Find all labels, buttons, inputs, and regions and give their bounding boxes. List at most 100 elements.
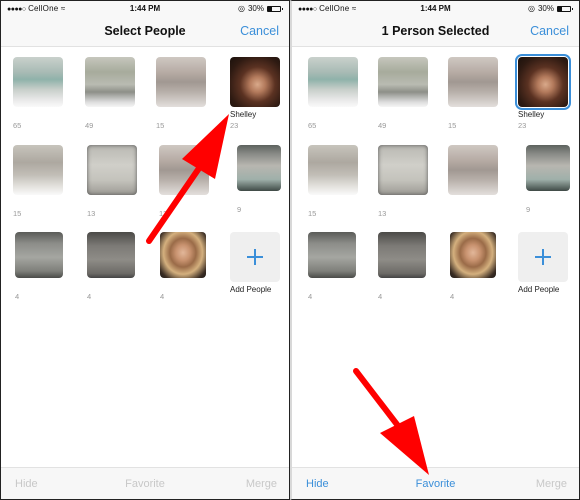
person-photo <box>13 145 63 195</box>
status-right: ◎ 30% <box>528 4 573 13</box>
person-name <box>13 110 65 120</box>
add-people-label: Add People <box>518 285 560 294</box>
person-tile[interactable]: 9 <box>526 145 578 214</box>
photo-count: 9 <box>237 205 242 214</box>
person-name <box>378 281 430 291</box>
plus-icon <box>535 249 551 265</box>
person-photo <box>87 145 137 195</box>
person-tile[interactable]: 4 <box>160 232 212 301</box>
photo-count: 49 <box>85 121 94 130</box>
person-tile[interactable] <box>448 145 500 209</box>
person-name <box>448 198 500 208</box>
add-people-label: Add People <box>230 285 272 294</box>
person-photo <box>378 232 426 278</box>
person-tile[interactable]: 15 <box>156 57 208 130</box>
photo-count: 15 <box>156 121 165 130</box>
person-tile[interactable]: 15 <box>308 145 360 218</box>
person-tile[interactable]: 15 <box>13 145 65 218</box>
person-tile[interactable]: 4 <box>308 232 360 301</box>
person-tile[interactable]: 65 <box>308 57 360 130</box>
person-photo <box>159 145 209 195</box>
status-bar: ●●●●○ CellOne ≈ 1:44 PM ◎ 30% <box>1 1 289 17</box>
person-name <box>160 281 212 291</box>
photo-count: 4 <box>378 292 383 301</box>
person-name: Shelley <box>230 110 257 119</box>
screen-select-people: ●●●●○ CellOne ≈ 1:44 PM ◎ 30% Select Peo… <box>0 0 290 500</box>
person-tile[interactable]: 4 <box>378 232 430 301</box>
person-photo <box>87 232 135 278</box>
person-tile[interactable]: 12 <box>159 145 211 218</box>
person-tile-shelley-selected[interactable]: Shelley 23 <box>515 54 571 130</box>
photo-count: 15 <box>308 209 317 218</box>
person-name <box>378 110 430 120</box>
person-tile[interactable]: 4 <box>87 232 139 301</box>
photo-count: 4 <box>160 292 165 301</box>
plus-icon <box>247 249 263 265</box>
battery-percent: 30% <box>537 4 554 13</box>
person-photo-selected <box>515 54 571 110</box>
photo-count: 65 <box>13 121 22 130</box>
photo-count: 15 <box>448 121 457 130</box>
person-tile[interactable]: 65 <box>13 57 65 130</box>
person-photo <box>160 232 206 278</box>
battery-percent: 30% <box>247 4 264 13</box>
battery-icon <box>557 5 573 12</box>
person-photo <box>308 57 358 107</box>
person-tile[interactable]: 49 <box>378 57 430 130</box>
person-tile[interactable]: 13 <box>87 145 139 218</box>
merge-button[interactable]: Merge <box>536 478 567 490</box>
person-name <box>13 198 65 208</box>
status-bar: ●●●●○ CellOne ≈ 1:44 PM ◎ 30% <box>292 1 579 17</box>
status-right: ◎ 30% <box>238 4 283 13</box>
photo-count: 4 <box>87 292 92 301</box>
person-photo <box>308 145 358 195</box>
person-name <box>15 281 67 291</box>
person-name <box>378 198 430 208</box>
person-photo <box>448 57 498 107</box>
person-photo <box>378 145 428 195</box>
cancel-button[interactable]: Cancel <box>530 24 569 38</box>
photo-count: 23 <box>230 121 239 130</box>
add-people-tile[interactable]: Add People <box>230 232 282 295</box>
person-photo <box>308 232 356 278</box>
photo-count: 9 <box>526 205 531 214</box>
person-tile[interactable]: 4 <box>450 232 502 301</box>
photo-count: 4 <box>308 292 313 301</box>
person-photo <box>526 145 570 191</box>
person-tile[interactable]: 9 <box>237 145 289 214</box>
person-tile[interactable]: 49 <box>85 57 137 130</box>
person-tile[interactable]: 4 <box>15 232 67 301</box>
person-tile-shelley[interactable]: Shelley 23 <box>230 57 282 130</box>
person-tile[interactable]: 15 <box>448 57 500 130</box>
person-photo <box>85 57 135 107</box>
cancel-button[interactable]: Cancel <box>240 24 279 38</box>
screen-person-selected: ●●●●○ CellOne ≈ 1:44 PM ◎ 30% 1 Person S… <box>290 0 580 500</box>
orientation-lock-icon: ◎ <box>238 4 245 13</box>
person-name <box>85 110 137 120</box>
merge-button[interactable]: Merge <box>246 478 277 490</box>
photo-count: 23 <box>518 121 527 130</box>
add-people-button[interactable] <box>518 232 568 282</box>
person-photo <box>15 232 63 278</box>
navigation-bar: 1 Person Selected Cancel <box>292 17 579 47</box>
photo-count: 12 <box>159 209 168 218</box>
orientation-lock-icon: ◎ <box>528 4 535 13</box>
person-photo <box>378 57 428 107</box>
person-name <box>87 198 139 208</box>
person-name <box>308 281 360 291</box>
photo-count: 15 <box>13 209 22 218</box>
person-name <box>308 110 360 120</box>
photo-count: 13 <box>378 209 387 218</box>
person-name <box>450 281 502 291</box>
photo-count: 13 <box>87 209 96 218</box>
navigation-bar: Select People Cancel <box>1 17 289 47</box>
person-photo <box>230 57 280 107</box>
person-photo <box>237 145 281 191</box>
add-people-button[interactable] <box>230 232 280 282</box>
person-photo <box>156 57 206 107</box>
person-tile[interactable]: 13 <box>378 145 430 218</box>
arrow-shaft <box>353 368 405 434</box>
person-name <box>159 198 211 208</box>
person-photo <box>450 232 496 278</box>
add-people-tile[interactable]: Add People <box>518 232 570 295</box>
